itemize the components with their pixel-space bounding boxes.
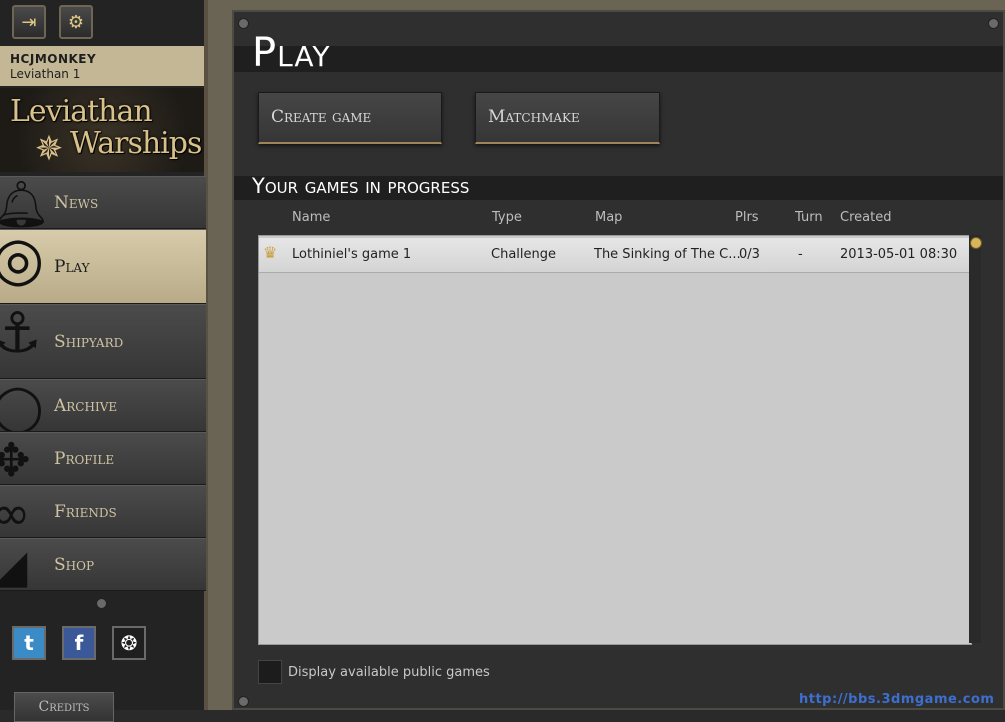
nav-label: News	[54, 192, 99, 213]
nav-item-profile[interactable]: ✥ Profile	[0, 432, 206, 485]
title-bar	[234, 46, 1003, 72]
lifebuoy-icon: ◯	[0, 384, 43, 430]
sidebar: ⇥ ⚙ HCJMONKEY Leviathan 1 Leviathan ✵ Wa…	[0, 0, 208, 722]
table-row[interactable]: ♛ Lothiniel's game 1 Challenge The Sinki…	[259, 238, 969, 273]
ship-name: Leviathan 1	[10, 67, 81, 81]
table-scrollbar[interactable]	[969, 235, 982, 643]
nav-label: Play	[54, 256, 90, 277]
gear-icon[interactable]: ⚙	[59, 5, 93, 39]
facebook-icon[interactable]: f	[62, 626, 96, 660]
play-panel: Play Create game Matchmake Your games in…	[232, 10, 1005, 710]
column-map[interactable]: Map	[595, 210, 622, 225]
matchmake-button[interactable]: Matchmake	[475, 92, 660, 144]
public-games-checkbox[interactable]	[258, 660, 282, 684]
top-icons: ⇥ ⚙	[12, 5, 93, 39]
scroll-thumb[interactable]	[970, 237, 982, 249]
rivet	[238, 696, 249, 707]
nav-label: Archive	[54, 395, 118, 416]
page-title: Play	[252, 30, 331, 76]
nav-item-friends[interactable]: ∞ Friends	[0, 485, 206, 538]
nav-label: Shop	[54, 554, 95, 575]
rivet	[238, 18, 249, 29]
column-players[interactable]: Plrs	[735, 210, 759, 225]
table-header: Name Type Map Plrs Turn Created	[234, 210, 1003, 232]
social-links: t f ❂	[12, 626, 146, 660]
section-title: Your games in progress	[252, 174, 470, 198]
game-name: Lothiniel's game 1	[292, 247, 412, 262]
rope-knot-icon: ∞	[0, 490, 30, 536]
credits-button[interactable]: Credits	[14, 692, 114, 722]
column-turn[interactable]: Turn	[795, 210, 823, 225]
nav-label: Profile	[54, 448, 115, 469]
game-turn: -	[798, 247, 803, 262]
compass-icon: ◎	[0, 230, 44, 289]
game-created: 2013-05-01 08:30	[840, 247, 958, 262]
game-map: The Sinking of The C...	[594, 247, 741, 262]
nav-item-news[interactable]: 🔔︎ News	[0, 176, 206, 229]
user-info: HCJMONKEY Leviathan 1	[0, 46, 204, 86]
nav-label: Shipyard	[54, 331, 124, 352]
nav-item-shipyard[interactable]: ⚓︎ Shipyard	[0, 304, 206, 379]
fish-skeleton-icon: ✥	[0, 437, 31, 483]
column-name[interactable]: Name	[292, 210, 330, 225]
username: HCJMONKEY	[10, 52, 97, 66]
paradox-icon[interactable]: ❂	[112, 626, 146, 660]
logo-line1: Leviathan	[10, 94, 153, 129]
column-type[interactable]: Type	[492, 210, 522, 225]
exit-icon[interactable]: ⇥	[12, 5, 46, 39]
games-table: ♛ Lothiniel's game 1 Challenge The Sinki…	[258, 235, 972, 645]
nav-item-archive[interactable]: ◯ Archive	[0, 379, 206, 432]
bell-icon: 🔔︎	[0, 181, 50, 227]
watermark: http://bbs.3dmgame.com	[799, 692, 995, 707]
game-players: 0/3	[739, 247, 760, 262]
nav-item-play[interactable]: ◎ Play	[0, 229, 206, 304]
game-type: Challenge	[491, 247, 556, 262]
rivet	[988, 18, 999, 29]
public-games-label: Display available public games	[288, 665, 490, 680]
nav-label: Friends	[54, 501, 117, 522]
logo-line2: Warships	[70, 126, 202, 161]
rivet	[96, 598, 107, 609]
column-created[interactable]: Created	[840, 210, 891, 225]
compass-rose-icon: ✵	[34, 129, 64, 169]
twitter-icon[interactable]: t	[12, 626, 46, 660]
main-nav: 🔔︎ News ◎ Play ⚓︎ Shipyard ◯ Archive ✥ P…	[0, 176, 206, 591]
create-game-button[interactable]: Create game	[258, 92, 442, 144]
anchor-icon: ⚓︎	[0, 306, 42, 362]
bag-icon: ◢	[0, 543, 27, 589]
nav-item-shop[interactable]: ◢ Shop	[0, 538, 206, 591]
crown-icon: ♛	[263, 243, 278, 262]
game-logo: Leviathan ✵ Warships	[0, 88, 204, 172]
